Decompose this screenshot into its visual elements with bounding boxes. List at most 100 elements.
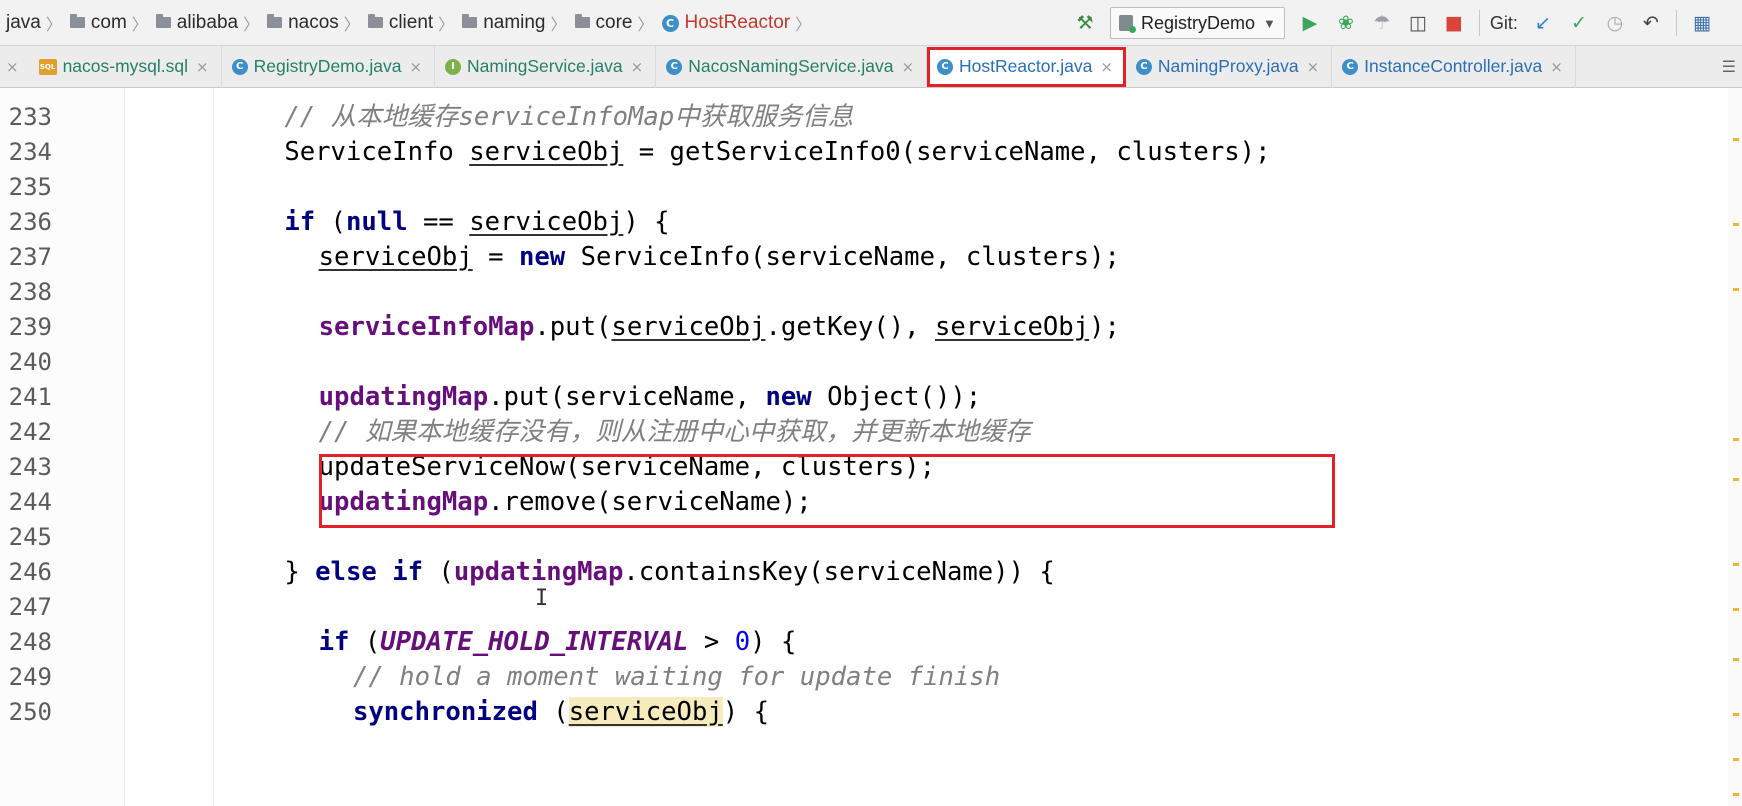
code-token: updatingMap xyxy=(453,557,624,587)
breadcrumb-item-core[interactable]: core 〉 xyxy=(567,11,654,35)
folder-icon xyxy=(574,13,590,28)
breadcrumb-item-naming[interactable]: naming 〉 xyxy=(454,11,567,35)
line-number: 232 xyxy=(0,88,52,94)
code-token: ) { xyxy=(750,627,797,657)
warning-marker[interactable] xyxy=(1733,138,1739,141)
breadcrumb-chevron-icon: 〉 xyxy=(550,17,567,34)
editor-scrollbar[interactable] xyxy=(1728,88,1742,806)
tab-namingservice-java[interactable]: I NamingService.java × xyxy=(435,45,657,88)
code-line[interactable]: updatingMap.remove(serviceName); xyxy=(319,483,812,521)
fold-strip xyxy=(125,88,214,806)
breadcrumb-label: client xyxy=(388,12,434,33)
code-line[interactable]: // 从本地缓存serviceInfoMap中获取服务信息 xyxy=(284,98,853,136)
code-line[interactable]: ServiceInfo serviceObj = getServiceInfo0… xyxy=(284,133,1270,171)
warning-marker[interactable] xyxy=(1733,793,1739,796)
breadcrumb-chevron-icon: 〉 xyxy=(243,17,260,34)
close-icon[interactable]: × xyxy=(1100,58,1113,76)
git-update-icon[interactable]: ↙ xyxy=(1528,8,1558,38)
code-token: .containsKey(serviceName)) { xyxy=(623,557,1055,587)
warning-marker[interactable] xyxy=(1733,758,1739,761)
code-token: ) { xyxy=(722,697,770,727)
tab-list-menu-icon[interactable]: ☰ xyxy=(1722,57,1742,77)
git-history-icon[interactable]: ◷ xyxy=(1600,8,1630,38)
breadcrumb-item-client[interactable]: client 〉 xyxy=(360,11,454,35)
breadcrumb-item-nacos[interactable]: nacos 〉 xyxy=(259,11,360,35)
line-number: 246 xyxy=(8,558,52,586)
run-icon[interactable]: ▶ xyxy=(1295,8,1325,38)
line-number: 242 xyxy=(8,418,52,446)
code-token: if xyxy=(318,627,350,657)
code-editor[interactable]: 232 233 234 235 236 237 238 239 240 241 242 243 244 2… xyxy=(0,88,1742,806)
code-token: new xyxy=(765,382,812,412)
code-token: } xyxy=(284,557,316,587)
code-token: if xyxy=(392,557,424,587)
run-configuration-select[interactable]: RegistryDemo ▼ xyxy=(1110,7,1285,39)
close-icon[interactable]: × xyxy=(196,58,209,76)
code-line[interactable]: synchronized (serviceObj) { xyxy=(353,693,769,731)
code-line[interactable]: if (UPDATE_HOLD_INTERVAL > 0) { xyxy=(319,623,797,661)
code-line[interactable]: } else if (updatingMap.containsKey(servi… xyxy=(284,553,1055,591)
breadcrumb-item-alibaba[interactable]: alibaba 〉 xyxy=(148,11,259,35)
folder-icon xyxy=(267,13,283,28)
navigation-bar: java 〉 com 〉 alibaba 〉 nacos 〉 client 〉 naming 〉 cor… xyxy=(0,0,1742,46)
tab-nacos-mysql-sql[interactable]: SQL nacos-mysql.sql × xyxy=(29,45,222,88)
code-token: ( xyxy=(315,207,346,237)
code-line[interactable]: // hold a moment waiting for update fini… xyxy=(353,658,1000,696)
close-icon[interactable]: × xyxy=(901,58,914,76)
line-number: 240 xyxy=(8,348,52,376)
stop-icon[interactable]: ■ xyxy=(1439,8,1469,38)
code-token: = getServiceInfo0(serviceName, clusters)… xyxy=(623,137,1271,167)
line-number: 239 xyxy=(8,313,52,341)
debug-icon[interactable]: ❀ xyxy=(1331,8,1361,38)
tab-nacosnamingservice-java[interactable]: C NacosNamingService.java × xyxy=(656,45,928,88)
breadcrumb-item-hostreactor[interactable]: C HostReactor 〉 xyxy=(654,11,811,35)
warning-marker[interactable] xyxy=(1733,478,1739,481)
warning-marker[interactable] xyxy=(1733,438,1739,441)
breadcrumb-chevron-icon: 〉 xyxy=(637,17,654,34)
line-number: 233 xyxy=(8,103,52,131)
tab-registrydemo-java[interactable]: C RegistryDemo.java × xyxy=(222,45,436,88)
class-icon: C xyxy=(231,58,248,75)
warning-marker[interactable] xyxy=(1733,223,1739,226)
code-token: serviceObj xyxy=(469,207,624,237)
class-icon: C xyxy=(937,58,954,75)
tab-namingproxy-java[interactable]: C NamingProxy.java × xyxy=(1126,45,1333,88)
build-hammer-icon[interactable]: ⚒ xyxy=(1070,8,1100,38)
code-line[interactable]: updatingMap.put(serviceName, new Object(… xyxy=(319,378,982,416)
code-token: ( xyxy=(537,697,569,727)
close-icon[interactable]: × xyxy=(409,58,422,76)
code-line[interactable]: serviceObj = new ServiceInfo(serviceName… xyxy=(319,238,1120,276)
code-line[interactable]: updateServiceNow(serviceName, clusters); xyxy=(319,448,935,486)
line-number: 250 xyxy=(8,698,52,726)
close-icon[interactable]: × xyxy=(631,58,644,76)
breadcrumb-item-java[interactable]: java 〉 xyxy=(6,11,62,35)
project-structure-icon[interactable]: ▦ xyxy=(1687,8,1717,38)
warning-marker[interactable] xyxy=(1733,288,1739,291)
git-rollback-icon[interactable]: ↶ xyxy=(1636,8,1666,38)
code-token: ( xyxy=(349,627,381,657)
warning-marker[interactable] xyxy=(1733,658,1739,661)
code-line[interactable]: serviceInfoMap.put(serviceObj.getKey(), … xyxy=(319,308,1120,346)
close-icon[interactable]: × xyxy=(1550,58,1563,76)
tab-close-icon[interactable]: × xyxy=(0,58,29,76)
git-commit-icon[interactable]: ✓ xyxy=(1564,8,1594,38)
close-icon[interactable]: × xyxy=(1307,58,1320,76)
code-token: // hold a moment waiting for update fini… xyxy=(352,662,1001,692)
warning-marker[interactable] xyxy=(1733,713,1739,716)
line-number: 234 xyxy=(8,138,52,166)
line-number: 248 xyxy=(8,628,52,656)
coverage-icon[interactable]: ☂ xyxy=(1367,8,1397,38)
breadcrumb-label: HostReactor xyxy=(684,12,791,33)
code-line[interactable]: if (null == serviceObj) { xyxy=(284,203,669,241)
breadcrumb-item-com[interactable]: com 〉 xyxy=(62,11,148,35)
tab-instancecontroller-java[interactable]: C InstanceController.java × xyxy=(1332,45,1576,88)
breadcrumb-chevron-icon: 〉 xyxy=(131,17,148,34)
tab-hostreactor-java[interactable]: C HostReactor.java × xyxy=(927,46,1126,87)
code-line[interactable]: // 如果本地缓存没有，则从注册中心中获取，并更新本地缓存 xyxy=(319,413,1031,451)
warning-marker[interactable] xyxy=(1733,563,1739,566)
profile-icon[interactable]: ◫ xyxy=(1403,8,1433,38)
toolbar-divider xyxy=(1478,10,1480,36)
warning-marker[interactable] xyxy=(1733,608,1739,611)
code-token: if xyxy=(284,207,316,237)
code-token: .getKey(), xyxy=(765,312,935,342)
